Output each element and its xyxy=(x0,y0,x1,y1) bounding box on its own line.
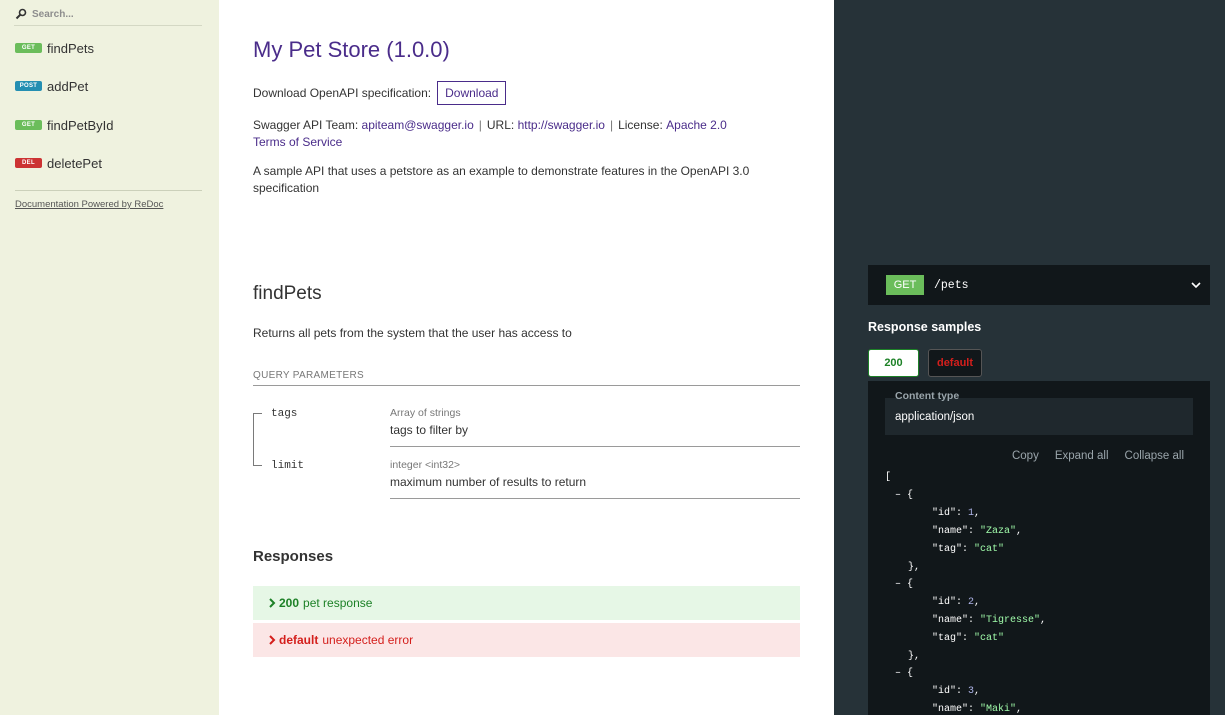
main-content: My Pet Store (1.0.0) Download OpenAPI sp… xyxy=(219,0,834,715)
param-type-prefix: Array of xyxy=(390,407,427,419)
chevron-right-icon xyxy=(269,598,276,608)
download-row: Download OpenAPI specification: Download xyxy=(253,80,507,105)
sidebar-item-label: findPetById xyxy=(47,117,114,133)
endpoint-method-badge: GET xyxy=(886,275,924,295)
param-desc-limit: maximum number of results to return xyxy=(390,475,587,489)
sidebar-divider xyxy=(15,190,202,191)
json-value: "cat" xyxy=(974,544,1005,555)
search-box xyxy=(14,0,202,26)
api-info: Swagger API Team: apiteam@swagger.io | U… xyxy=(253,118,727,132)
json-line: "name": "Maki", xyxy=(932,704,1023,715)
param-divider xyxy=(390,446,800,447)
collapse-all-button[interactable]: Collapse all xyxy=(1125,450,1184,462)
expand-all-button[interactable]: Expand all xyxy=(1055,450,1109,462)
powered-by-link[interactable]: Documentation Powered by ReDoc xyxy=(15,199,163,210)
method-badge: GET xyxy=(15,120,42,130)
search-icon xyxy=(15,8,27,20)
sidebar-item-deletepet[interactable]: DEL deletePet xyxy=(15,153,102,173)
json-value: "Tigresse" xyxy=(980,615,1041,626)
sidebar-item-label: addPet xyxy=(47,78,89,94)
chevron-right-icon xyxy=(269,635,276,645)
sidebar: GET findPets POST addPet GET findPetById… xyxy=(0,0,219,715)
json-line: "name": "Zaza", xyxy=(932,526,1023,537)
content-type-select[interactable]: application/json xyxy=(885,398,1193,435)
json-bracket: [ xyxy=(885,472,892,483)
samples-panel: GET /pets Response samples 200 default a… xyxy=(834,0,1225,715)
url-link[interactable]: http://swagger.io xyxy=(518,118,605,132)
json-value: "Zaza" xyxy=(980,526,1017,537)
download-label: Download OpenAPI specification: xyxy=(253,85,432,100)
api-description: A sample API that uses a petstore as an … xyxy=(253,164,750,195)
operation-title: findPets xyxy=(253,283,322,304)
contact-email-link[interactable]: apiteam@swagger.io xyxy=(362,118,474,132)
method-badge: GET xyxy=(15,43,42,53)
json-line: }, xyxy=(908,651,921,662)
endpoint-path: /pets xyxy=(934,278,969,292)
json-line: "id": 2, xyxy=(932,597,981,608)
param-tree-lines xyxy=(253,413,262,466)
param-name-tags: tags xyxy=(271,408,298,420)
operation-description: Returns all pets from the system that th… xyxy=(253,326,572,340)
json-line: "tag": "cat" xyxy=(932,633,1005,644)
param-type-tags: Array of strings xyxy=(390,407,461,419)
json-value: 1 xyxy=(968,508,975,519)
json-object-toggle[interactable]: – { xyxy=(895,667,913,681)
separator: | xyxy=(609,118,614,132)
param-type-limit: integer <int32> xyxy=(390,459,461,471)
json-value: 2 xyxy=(968,597,975,608)
code-actions: Copy Expand all Collapse all xyxy=(1012,450,1184,462)
json-object-toggle[interactable]: – { xyxy=(895,489,913,503)
json-line: "name": "Tigresse", xyxy=(932,615,1047,626)
tab-200[interactable]: 200 xyxy=(868,349,919,377)
param-type-value: strings xyxy=(429,407,461,419)
url-prefix: URL: xyxy=(486,118,515,132)
response-text: pet response xyxy=(303,596,373,610)
json-line: "id": 3, xyxy=(932,686,981,697)
response-code: default xyxy=(279,633,319,647)
license-prefix: License: xyxy=(618,118,663,132)
param-divider xyxy=(390,498,800,499)
responses-heading: Responses xyxy=(253,548,334,565)
method-badge: POST xyxy=(15,81,42,91)
response-default[interactable]: default unexpected error xyxy=(253,623,800,657)
sample-box: application/json Content type Copy Expan… xyxy=(868,381,1210,715)
sidebar-item-findpetbyid[interactable]: GET findPetById xyxy=(15,115,114,135)
json-value: 3 xyxy=(968,686,975,697)
json-line: "tag": "cat" xyxy=(932,544,1005,555)
endpoint-toggle[interactable]: GET /pets xyxy=(868,265,1210,305)
license-link[interactable]: Apache 2.0 xyxy=(666,118,727,132)
page-title: My Pet Store (1.0.0) xyxy=(253,37,450,62)
response-text: unexpected error xyxy=(322,633,414,647)
contact-prefix: Swagger API Team: xyxy=(253,118,359,132)
json-object-toggle[interactable]: – { xyxy=(895,578,913,592)
sidebar-item-label: findPets xyxy=(47,40,94,56)
copy-button[interactable]: Copy xyxy=(1012,450,1039,462)
method-badge: DEL xyxy=(15,158,42,168)
sidebar-item-addpet[interactable]: POST addPet xyxy=(15,76,88,96)
separator: | xyxy=(478,118,482,132)
content-type-label: Content type xyxy=(895,390,960,402)
tab-default[interactable]: default xyxy=(928,349,982,377)
json-value: "cat" xyxy=(974,633,1005,644)
json-line: }, xyxy=(908,562,921,573)
response-code: 200 xyxy=(279,596,300,610)
chevron-down-icon xyxy=(1191,282,1201,289)
json-line: "id": 1, xyxy=(932,508,981,519)
sidebar-item-findpets[interactable]: GET findPets xyxy=(15,38,94,58)
query-params-heading: QUERY PARAMETERS xyxy=(253,370,800,386)
download-button[interactable]: Download xyxy=(437,80,507,105)
json-value: "Maki" xyxy=(980,704,1017,715)
sidebar-item-label: deletePet xyxy=(47,155,102,171)
response-samples-heading: Response samples xyxy=(868,320,982,334)
response-200[interactable]: 200 pet response xyxy=(253,586,800,620)
param-desc-tags: tags to filter by xyxy=(390,423,469,437)
param-name-limit: limit xyxy=(271,460,305,472)
terms-link[interactable]: Terms of Service xyxy=(253,135,342,149)
content-type-value: application/json xyxy=(895,411,975,423)
search-input[interactable] xyxy=(32,5,200,23)
